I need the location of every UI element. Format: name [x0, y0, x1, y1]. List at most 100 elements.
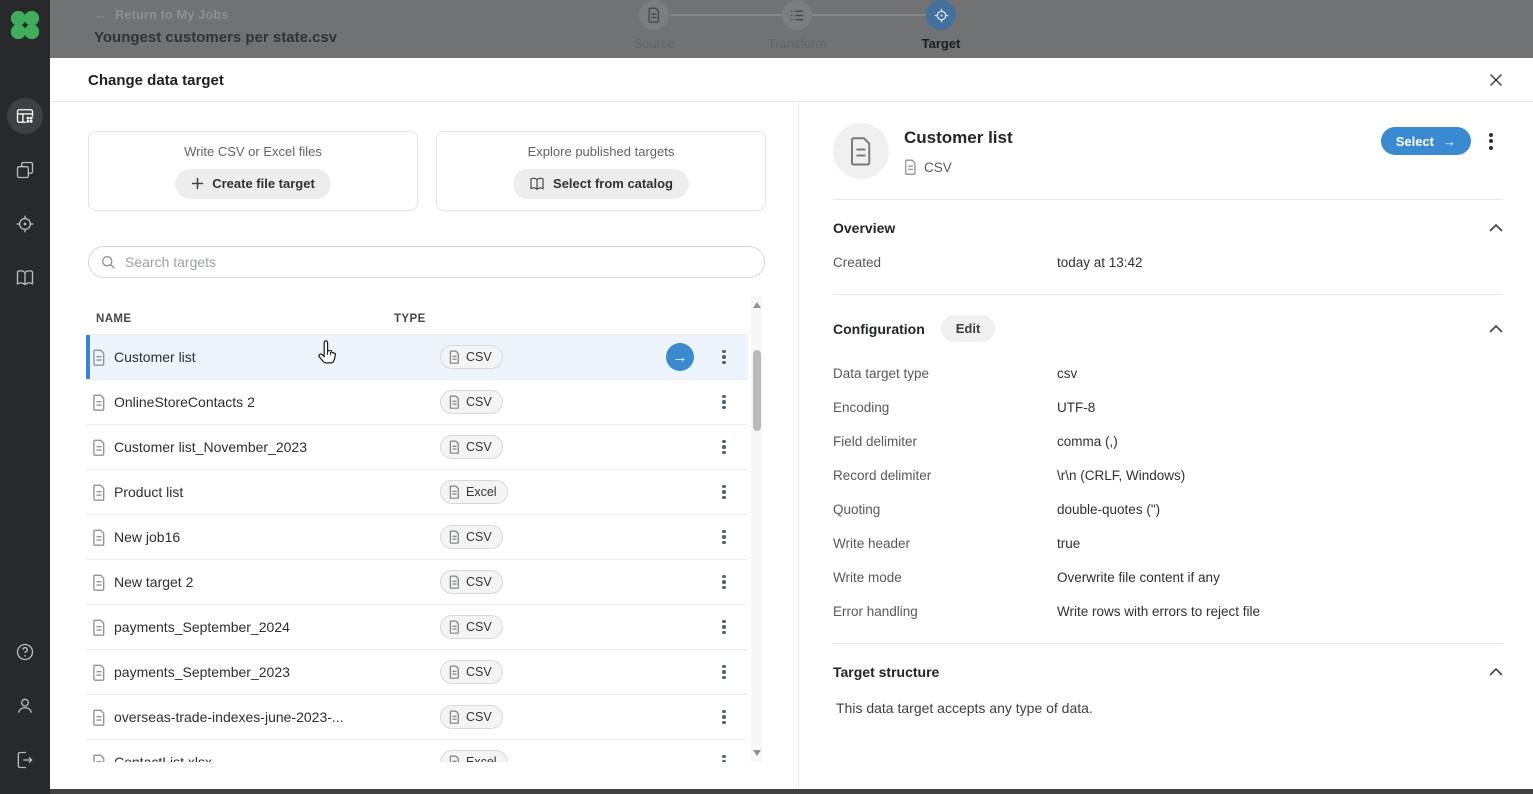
document-icon — [92, 529, 106, 546]
chevron-up-icon[interactable] — [1489, 224, 1503, 232]
table-row[interactable]: overseas-trade-indexes-june-2023-... CSV — [86, 695, 748, 740]
detail-menu-button[interactable] — [1479, 128, 1503, 154]
document-icon — [92, 754, 106, 763]
table-row[interactable]: payments_September_2023 CSV — [86, 650, 748, 695]
configuration-row: Quotingdouble-quotes (") — [833, 502, 1503, 517]
scroll-up-arrow[interactable] — [753, 302, 761, 308]
field-label: Field delimiter — [833, 434, 1057, 449]
back-link[interactable]: ← Return to My Jobs — [94, 7, 228, 22]
sidebar-item-jobs[interactable] — [7, 98, 43, 134]
table-row[interactable]: New job16 CSV — [86, 515, 748, 560]
row-menu-button[interactable] — [716, 483, 732, 501]
field-value: UTF-8 — [1057, 400, 1095, 415]
chevron-up-icon[interactable] — [1489, 325, 1503, 333]
field-value: double-quotes (") — [1057, 502, 1160, 517]
type-badge-label: CSV — [466, 710, 492, 724]
step-transform[interactable]: Transform — [757, 0, 837, 51]
app-logo[interactable] — [0, 0, 50, 50]
file-icon — [449, 440, 460, 454]
row-menu-button[interactable] — [716, 573, 732, 591]
table-row[interactable]: ContactList.xlsx Excel — [86, 740, 748, 762]
document-icon — [92, 484, 106, 501]
sidebar-item-targets[interactable] — [7, 206, 43, 242]
card-description: Explore published targets — [528, 144, 675, 159]
overview-heading: Overview — [833, 220, 895, 236]
table-row[interactable]: payments_September_2024 CSV — [86, 605, 748, 650]
sidebar-item-catalog[interactable] — [7, 260, 43, 296]
row-menu-button[interactable] — [716, 438, 732, 456]
row-menu-button[interactable] — [716, 348, 732, 366]
arrow-right-icon: → — [1443, 134, 1456, 149]
detail-title: Customer list — [904, 128, 1013, 148]
list-scrollbar[interactable] — [751, 296, 762, 762]
person-icon — [15, 696, 35, 716]
type-badge: CSV — [440, 615, 503, 639]
table-row[interactable]: OnlineStoreContacts 2 CSV — [86, 380, 748, 425]
table-row[interactable]: New target 2 CSV — [86, 560, 748, 605]
row-menu-button[interactable] — [716, 528, 732, 546]
plus-icon — [191, 177, 204, 190]
target-icon — [926, 0, 956, 30]
step-source[interactable]: Source — [614, 0, 694, 51]
select-button[interactable]: Select → — [1381, 127, 1471, 155]
page-header-dimmed: ← Return to My Jobs Youngest customers p… — [50, 0, 1533, 58]
detail-type-label: CSV — [924, 160, 952, 175]
select-arrow-button[interactable]: → — [666, 343, 694, 371]
change-data-target-modal: Change data target Write CSV or Excel fi… — [50, 58, 1533, 789]
row-menu-button[interactable] — [716, 708, 732, 726]
row-menu-button[interactable] — [716, 663, 732, 681]
sidebar-item-sources[interactable] — [7, 152, 43, 188]
table-row[interactable]: Customer list CSV → — [86, 335, 748, 380]
document-icon — [92, 619, 106, 636]
modal-header: Change data target — [50, 58, 1533, 102]
step-label: Target — [901, 36, 981, 51]
field-label: Created — [833, 255, 1057, 270]
search-targets-box — [88, 246, 765, 278]
overview-row: Created today at 13:42 — [833, 255, 1503, 270]
close-icon[interactable] — [1485, 69, 1507, 91]
file-icon — [449, 530, 460, 544]
target-structure-section: Target structure This data target accept… — [833, 643, 1503, 740]
step-target[interactable]: Target — [901, 0, 981, 51]
configuration-row: Error handlingWrite rows with errors to … — [833, 604, 1503, 619]
type-badge-label: CSV — [466, 575, 492, 589]
sidebar-item-account[interactable] — [7, 688, 43, 724]
stack-icon — [15, 160, 35, 180]
search-input[interactable] — [125, 254, 764, 270]
target-name: Customer list_November_2023 — [114, 439, 307, 455]
sidebar — [0, 0, 50, 794]
field-value: Write rows with errors to reject file — [1057, 604, 1260, 619]
sidebar-item-logout[interactable] — [7, 742, 43, 778]
table-row[interactable]: Product list Excel — [86, 470, 748, 515]
document-icon — [92, 394, 106, 411]
row-menu-button[interactable] — [716, 618, 732, 636]
configuration-row: Field delimitercomma (,) — [833, 434, 1503, 449]
create-file-target-button[interactable]: Create file target — [175, 169, 331, 199]
step-label: Source — [614, 36, 694, 51]
column-header-name: NAME — [96, 313, 131, 325]
target-icon — [15, 214, 35, 234]
create-file-target-card: Write CSV or Excel files Create file tar… — [88, 131, 418, 211]
type-badge: CSV — [440, 660, 503, 684]
search-icon — [101, 255, 116, 270]
file-icon — [449, 620, 460, 634]
row-menu-button[interactable] — [716, 753, 732, 762]
row-menu-button[interactable] — [716, 393, 732, 411]
type-badge-label: CSV — [466, 665, 492, 679]
table-row[interactable]: Customer list_November_2023 CSV — [86, 425, 748, 470]
type-badge: Excel — [440, 750, 508, 762]
field-label: Data target type — [833, 366, 1057, 381]
target-name: payments_September_2023 — [114, 664, 290, 680]
transform-list-icon — [782, 0, 812, 30]
select-from-catalog-button[interactable]: Select from catalog — [513, 169, 689, 199]
scrollbar-thumb[interactable] — [753, 350, 761, 431]
target-structure-text: This data target accepts any type of dat… — [833, 700, 1503, 716]
chevron-up-icon[interactable] — [1489, 668, 1503, 676]
type-badge-label: CSV — [466, 530, 492, 544]
scroll-down-arrow[interactable] — [753, 750, 761, 756]
type-badge-label: CSV — [466, 395, 492, 409]
edit-button[interactable]: Edit — [941, 315, 996, 342]
file-icon — [449, 485, 460, 499]
sidebar-item-help[interactable] — [7, 634, 43, 670]
type-badge-label: CSV — [466, 440, 492, 454]
